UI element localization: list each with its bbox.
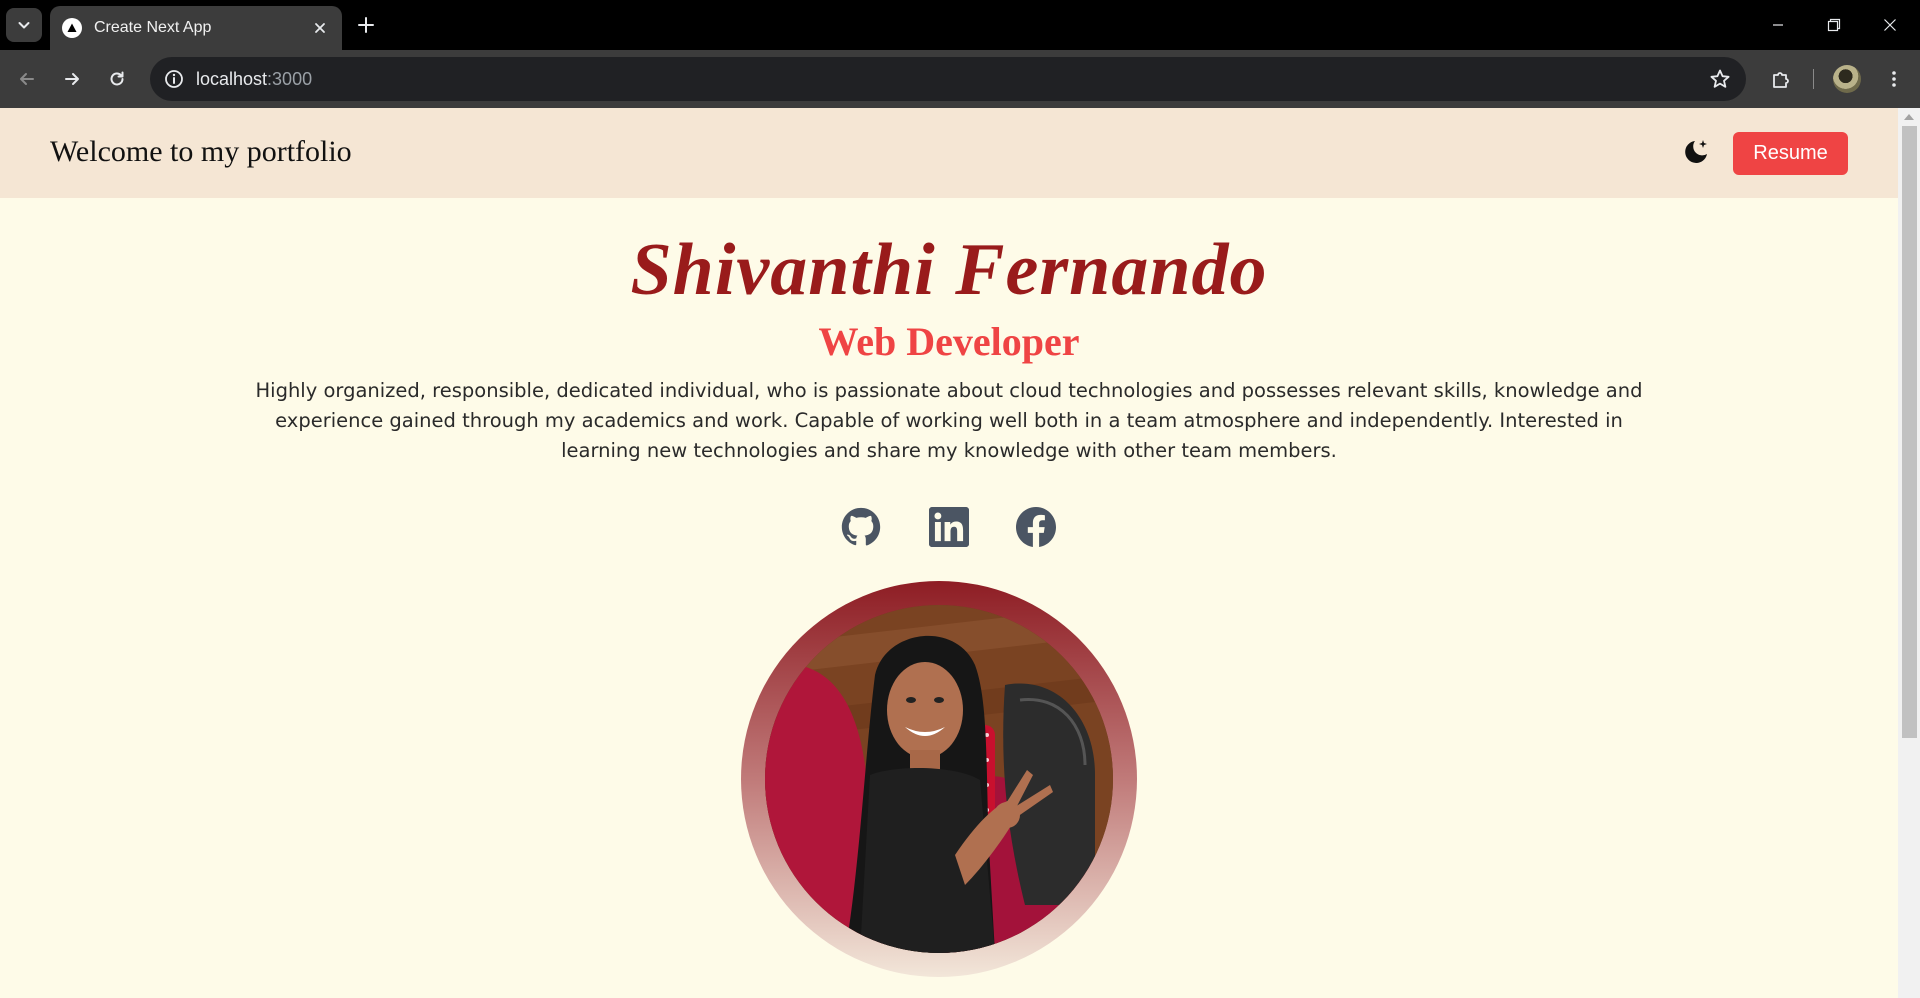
tab-search-button[interactable]	[6, 8, 42, 42]
more-vertical-icon	[1892, 71, 1896, 87]
url-port: :3000	[267, 69, 313, 89]
restore-button[interactable]	[1806, 0, 1862, 50]
avatar	[1833, 65, 1861, 93]
back-button[interactable]	[8, 60, 46, 98]
page-scrollbar[interactable]	[1898, 108, 1920, 998]
tab-title: Create Next App	[94, 19, 212, 36]
puzzle-icon	[1773, 72, 1789, 88]
minimize-icon	[1773, 24, 1783, 26]
minimize-button[interactable]	[1750, 0, 1806, 50]
new-tab-button[interactable]	[350, 9, 382, 41]
site-info-icon[interactable]	[162, 67, 186, 91]
plus-icon	[358, 17, 374, 33]
facebook-icon	[1016, 507, 1056, 547]
chevron-down-icon	[18, 22, 30, 29]
github-link[interactable]	[840, 506, 882, 548]
reload-icon	[110, 71, 124, 86]
forward-button[interactable]	[53, 60, 91, 98]
browser-menu-button[interactable]	[1875, 60, 1913, 98]
moon-stars-icon	[1685, 140, 1707, 163]
site-header: Welcome to my portfolio Resume	[0, 108, 1898, 198]
close-icon	[1884, 19, 1896, 31]
hero-name: Shivanthi Fernando	[630, 229, 1268, 311]
address-bar[interactable]: localhost:3000	[150, 57, 1746, 101]
arrow-left-icon	[20, 73, 34, 85]
arrow-right-icon	[65, 73, 79, 85]
hero-role: Web Developer	[818, 319, 1080, 364]
scrollbar-thumb[interactable]	[1902, 126, 1917, 738]
extensions-button[interactable]	[1762, 60, 1800, 98]
browser-tab-strip: Create Next App	[0, 0, 1920, 50]
linkedin-icon	[929, 507, 969, 547]
browser-tab-active[interactable]: Create Next App	[50, 6, 342, 50]
reload-button[interactable]	[98, 60, 136, 98]
linkedin-link[interactable]	[928, 506, 970, 548]
star-icon	[1710, 69, 1730, 88]
profile-button[interactable]	[1828, 60, 1866, 98]
github-icon	[841, 507, 881, 546]
dark-mode-toggle[interactable]	[1680, 136, 1712, 168]
profile-photo	[765, 605, 1113, 953]
scroll-up-arrow[interactable]	[1904, 114, 1914, 120]
site-title: Welcome to my portfolio	[50, 135, 352, 168]
close-window-button[interactable]	[1862, 0, 1918, 50]
url-host: localhost	[196, 69, 268, 89]
tab-close-button[interactable]	[306, 14, 334, 42]
resume-button[interactable]: Resume	[1733, 132, 1848, 175]
hero-bio: Highly organized, responsible, dedicated…	[255, 379, 1643, 462]
facebook-link[interactable]	[1015, 506, 1057, 548]
social-links	[0, 506, 1898, 550]
nextjs-favicon-icon	[62, 18, 82, 38]
portfolio-page: Welcome to my portfolio Resume Shivanthi…	[0, 108, 1898, 998]
toolbar-divider	[1813, 69, 1814, 89]
browser-toolbar: localhost:3000	[0, 50, 1920, 108]
close-icon	[315, 23, 325, 33]
bookmark-star-button[interactable]	[1708, 67, 1732, 91]
restore-icon	[1827, 18, 1841, 32]
url-text: localhost:3000	[196, 69, 312, 90]
profile-photo-frame	[741, 581, 1137, 977]
